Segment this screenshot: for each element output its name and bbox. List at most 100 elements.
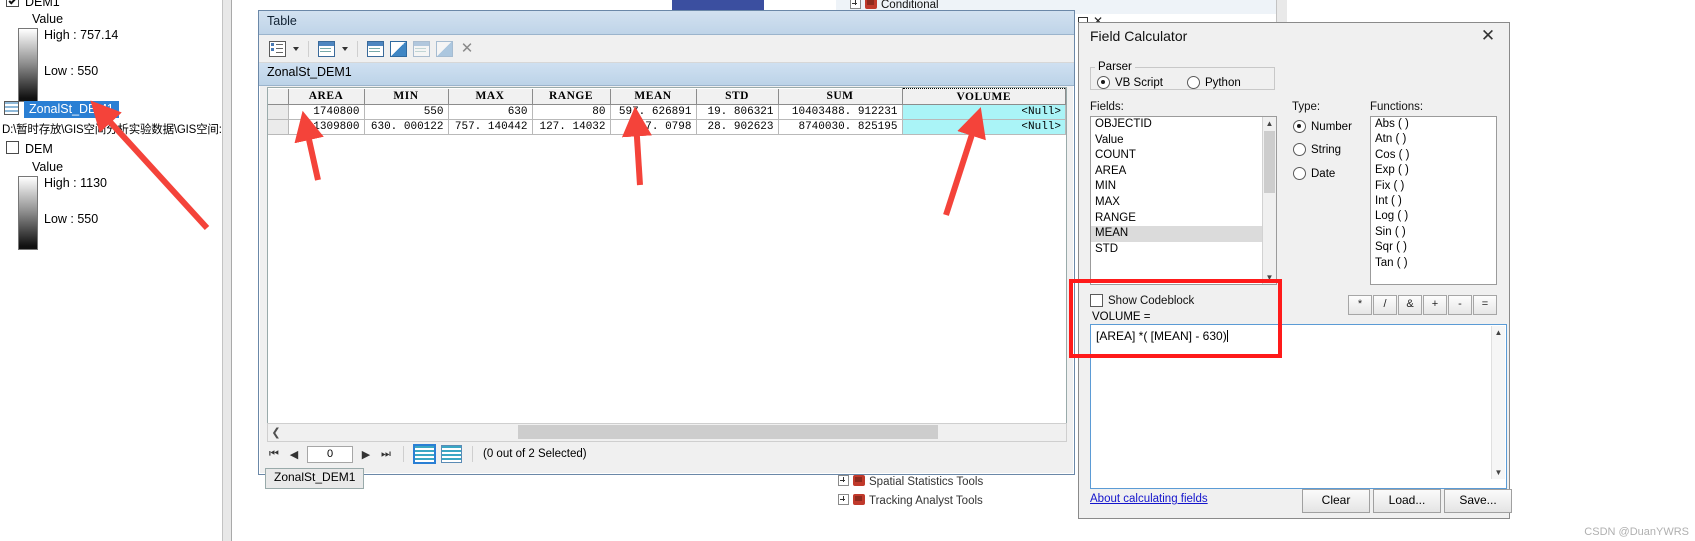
table-footer-tab[interactable]: ZonalSt_DEM1 (265, 468, 365, 489)
previous-record-icon[interactable]: ◀ (287, 448, 301, 461)
cell-min[interactable]: 630. 000122 (364, 119, 449, 135)
toolbox-item-spatial-statistics[interactable]: Spatial Statistics Tools (838, 475, 983, 488)
cell-std[interactable]: 28. 902623 (696, 119, 779, 135)
expand-plus-icon[interactable] (838, 494, 849, 505)
field-item-range[interactable]: RANGE (1091, 211, 1276, 227)
clear-selection-button[interactable] (411, 39, 431, 58)
toc-layer-zonalst[interactable]: ZonalSt_DEM1 (4, 101, 119, 118)
col-header-volume[interactable]: VOLUME (901, 88, 1066, 105)
col-header-mean[interactable]: MEAN (610, 88, 697, 105)
selected-layer-name[interactable]: ZonalSt_DEM1 (24, 101, 119, 118)
scroll-down-icon[interactable]: ▼ (1492, 466, 1505, 479)
toc-layer-dem1[interactable]: DEM1 (6, 0, 60, 9)
toolbox-item-tracking-analyst[interactable]: Tracking Analyst Tools (838, 494, 983, 507)
scrollbar-thumb[interactable] (1264, 131, 1275, 193)
expression-scrollbar[interactable]: ▲ ▼ (1491, 326, 1505, 479)
expression-input[interactable]: [AREA] *( [MEAN] - 630) ▲ ▼ (1090, 324, 1507, 489)
show-codeblock-checkbox[interactable] (1090, 294, 1103, 307)
zoom-to-selected-button[interactable] (434, 39, 454, 58)
field-item-std[interactable]: STD (1091, 242, 1276, 258)
function-item-exp[interactable]: Exp ( ) (1371, 163, 1496, 178)
col-header-sum[interactable]: SUM (778, 88, 903, 105)
function-item-log[interactable]: Log ( ) (1371, 209, 1496, 224)
expand-plus-icon[interactable] (850, 0, 861, 9)
function-item-int[interactable]: Int ( ) (1371, 194, 1496, 209)
col-header-range[interactable]: RANGE (532, 88, 611, 105)
field-item-max[interactable]: MAX (1091, 195, 1276, 211)
layer-checkbox-dem1[interactable] (6, 0, 19, 7)
function-item-cos[interactable]: Cos ( ) (1371, 148, 1496, 163)
operator-plus-button[interactable]: + (1423, 295, 1447, 315)
toc-layer-dem[interactable]: DEM (6, 141, 53, 156)
radio-date[interactable]: Date (1293, 167, 1335, 180)
scroll-up-icon[interactable]: ▲ (1492, 326, 1505, 339)
select-by-attributes-button[interactable] (365, 39, 385, 58)
radio-number[interactable]: Number (1293, 120, 1352, 133)
cell-max[interactable]: 757. 140442 (448, 119, 533, 135)
cell-sum[interactable]: 8740030. 825195 (778, 119, 903, 135)
field-item-value[interactable]: Value (1091, 133, 1276, 149)
fields-listbox[interactable]: OBJECTID Value COUNT AREA MIN MAX RANGE … (1090, 116, 1277, 285)
table-tab-label[interactable]: ZonalSt_DEM1 (259, 63, 1074, 86)
next-record-icon[interactable]: ▶ (359, 448, 373, 461)
scroll-up-icon[interactable]: ▲ (1263, 117, 1276, 130)
first-record-icon[interactable]: ⏮ (267, 448, 281, 461)
field-item-area[interactable]: AREA (1091, 164, 1276, 180)
cell-max[interactable]: 630 (448, 104, 533, 120)
field-item-objectid[interactable]: OBJECTID (1091, 117, 1276, 133)
function-item-sqr[interactable]: Sqr ( ) (1371, 240, 1496, 255)
fields-scrollbar[interactable]: ▲ ▼ (1262, 117, 1276, 284)
show-codeblock-row[interactable]: Show Codeblock (1090, 294, 1194, 307)
function-item-fix[interactable]: Fix ( ) (1371, 179, 1496, 194)
table-options-button[interactable] (267, 39, 287, 58)
function-item-atn[interactable]: Atn ( ) (1371, 132, 1496, 147)
cell-mean[interactable]: 667. 0798 (610, 119, 697, 135)
panel-divider[interactable] (222, 0, 232, 541)
functions-listbox[interactable]: Abs ( ) Atn ( ) Cos ( ) Exp ( ) Fix ( ) … (1370, 116, 1497, 285)
close-icon[interactable]: ✕ (1473, 25, 1503, 47)
operator-equals-button[interactable]: = (1473, 295, 1497, 315)
about-calculating-fields-link[interactable]: About calculating fields (1090, 493, 1208, 505)
row-selector[interactable] (268, 104, 289, 120)
col-header-std[interactable]: STD (696, 88, 779, 105)
save-button[interactable]: Save... (1444, 489, 1512, 513)
selected-view-icon[interactable] (441, 445, 462, 463)
col-header-max[interactable]: MAX (448, 88, 533, 105)
radio-vbscript[interactable]: VB Script (1097, 76, 1163, 89)
col-header-rowselect[interactable] (268, 88, 289, 105)
function-item-sin[interactable]: Sin ( ) (1371, 225, 1496, 240)
cell-range[interactable]: 127. 14032 (532, 119, 611, 135)
layer-checkbox-dem[interactable] (6, 141, 19, 154)
record-number-input[interactable]: 0 (307, 445, 353, 463)
field-item-mean[interactable]: MEAN (1091, 226, 1276, 242)
cell-std[interactable]: 19. 806321 (696, 104, 779, 120)
horizontal-scrollbar[interactable]: ❮ (267, 423, 1067, 442)
related-tables-dropdown[interactable] (339, 39, 350, 58)
related-tables-button[interactable] (316, 39, 336, 58)
scroll-left-icon[interactable]: ❮ (268, 426, 284, 439)
load-button[interactable]: Load... (1373, 489, 1441, 513)
col-header-area[interactable]: AREA (288, 88, 365, 105)
radio-string[interactable]: String (1293, 143, 1341, 156)
cell-range[interactable]: 80 (532, 104, 611, 120)
operator-minus-button[interactable]: - (1448, 295, 1472, 315)
field-item-count[interactable]: COUNT (1091, 148, 1276, 164)
operator-divide-button[interactable]: / (1373, 295, 1397, 315)
cell-area[interactable]: 1309800 (288, 119, 365, 135)
cell-area[interactable]: 1740800 (288, 104, 365, 120)
function-item-tan[interactable]: Tan ( ) (1371, 256, 1496, 271)
row-selector[interactable] (268, 119, 289, 135)
scroll-down-icon[interactable]: ▼ (1263, 271, 1276, 284)
operator-and-button[interactable]: & (1398, 295, 1422, 315)
radio-python[interactable]: Python (1186, 76, 1241, 89)
table-options-dropdown[interactable] (290, 39, 301, 58)
last-record-icon[interactable]: ⏭ (379, 448, 393, 461)
cell-volume[interactable]: <Null> (902, 104, 1066, 120)
scrollbar-thumb[interactable] (518, 425, 938, 439)
clear-button[interactable]: Clear (1302, 489, 1370, 513)
expand-plus-icon[interactable] (838, 475, 849, 486)
field-item-min[interactable]: MIN (1091, 179, 1276, 195)
cell-sum[interactable]: 10403488. 912231 (778, 104, 903, 120)
cell-volume[interactable]: <Null> (902, 119, 1066, 135)
col-header-min[interactable]: MIN (364, 88, 449, 105)
